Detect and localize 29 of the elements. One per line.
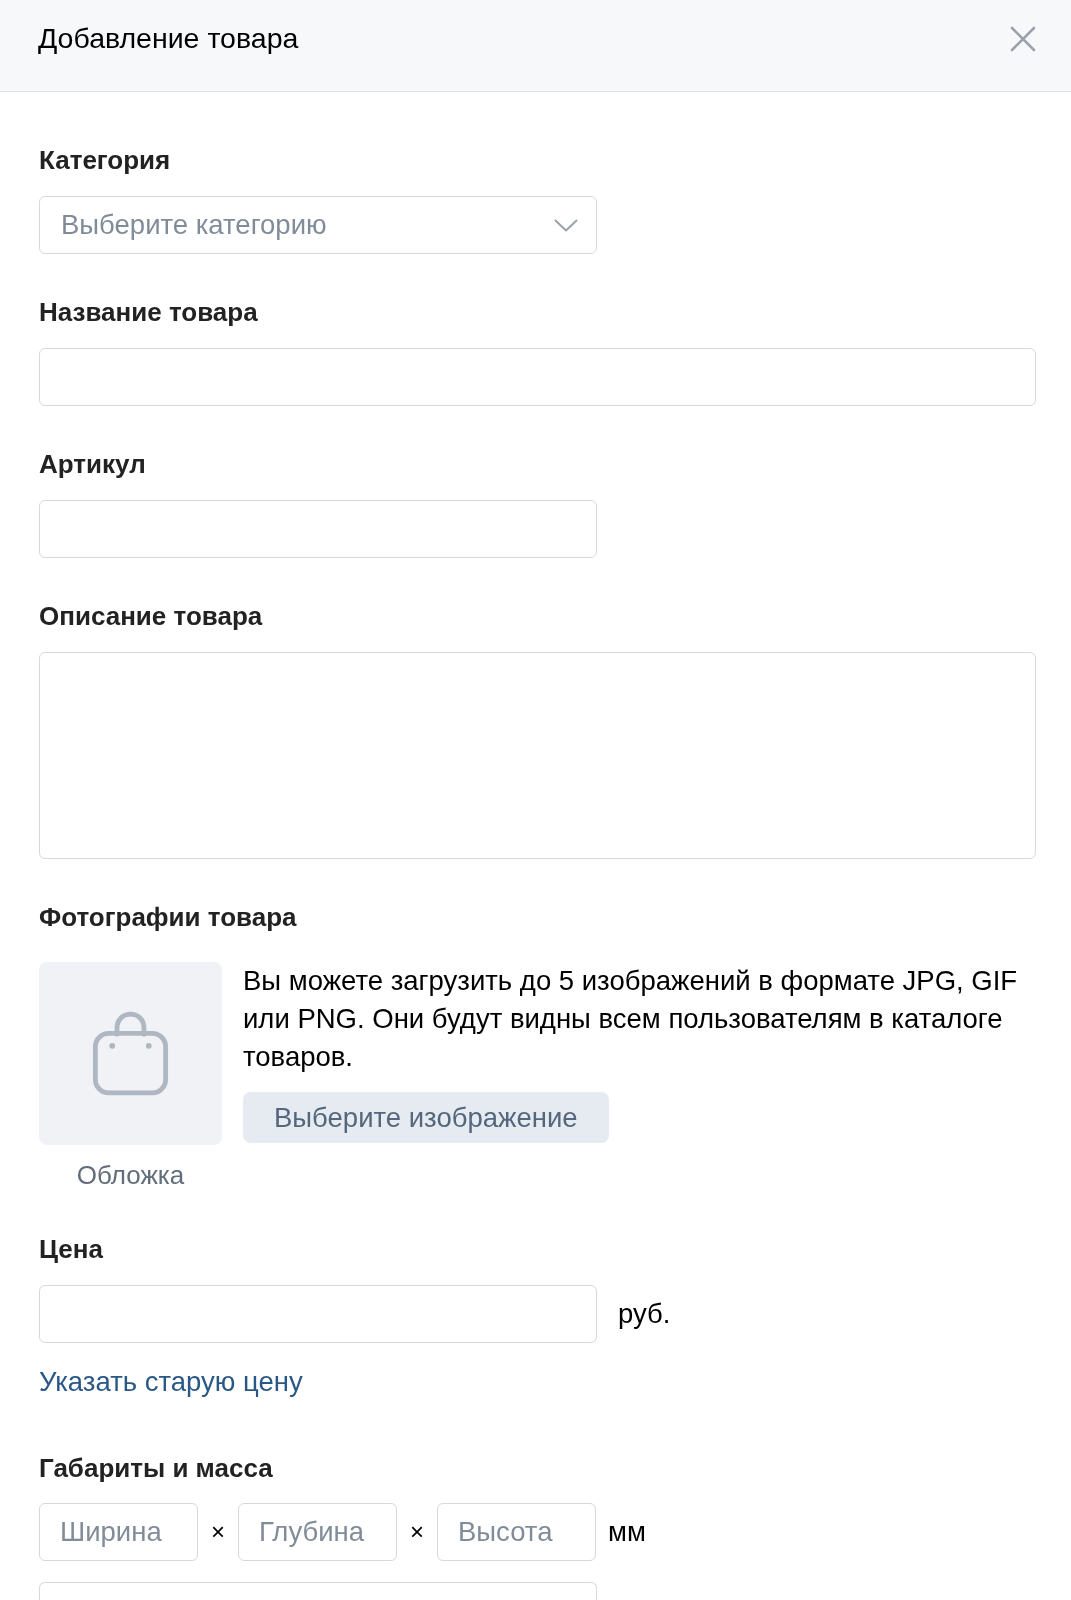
dimension-input[interactable]: Ширина [39, 1503, 198, 1561]
shopping-bag-icon [92, 1011, 169, 1096]
field-label: Цена [39, 1233, 104, 1265]
choose-image-button[interactable]: Выберите изображение [243, 1092, 609, 1143]
old-price-link[interactable]: Указать старую цену [39, 1366, 303, 1398]
upload-hint: Вы можете загрузить до 5 изображений в формате JPG, GIF или PNG. Они будут видны всем пользователям в каталоге товаров. [243, 964, 1018, 1074]
field-label: Артикул [39, 448, 147, 480]
close-icon [1010, 25, 1036, 52]
sku-input[interactable] [39, 500, 597, 558]
times-sign: × [210, 1518, 226, 1546]
field-label: Описание товара [39, 600, 264, 632]
currency-unit: руб. [618, 1298, 671, 1330]
field-label: Название товара [39, 296, 259, 328]
field-label: Фотографии товара [39, 901, 298, 933]
dimension-input[interactable]: Высота [437, 1503, 596, 1561]
times-sign: × [409, 1518, 425, 1546]
category-select[interactable]: Выберите категорию [39, 196, 597, 254]
dialog-title: Добавление товара [38, 22, 299, 55]
dimension-input[interactable]: Глубина [238, 1503, 397, 1561]
price-input[interactable] [39, 1285, 597, 1343]
cover-placeholder[interactable] [39, 962, 222, 1145]
dimension-unit: мм [608, 1516, 646, 1548]
field-label: Категория [39, 144, 172, 176]
cover-caption: Обложка [76, 1159, 185, 1191]
chevron-down-icon [554, 218, 578, 232]
description-textarea[interactable] [39, 652, 1036, 859]
field-label: Габариты и масса [39, 1452, 274, 1484]
name-input[interactable] [39, 348, 1036, 406]
close-button[interactable] [1010, 25, 1036, 52]
